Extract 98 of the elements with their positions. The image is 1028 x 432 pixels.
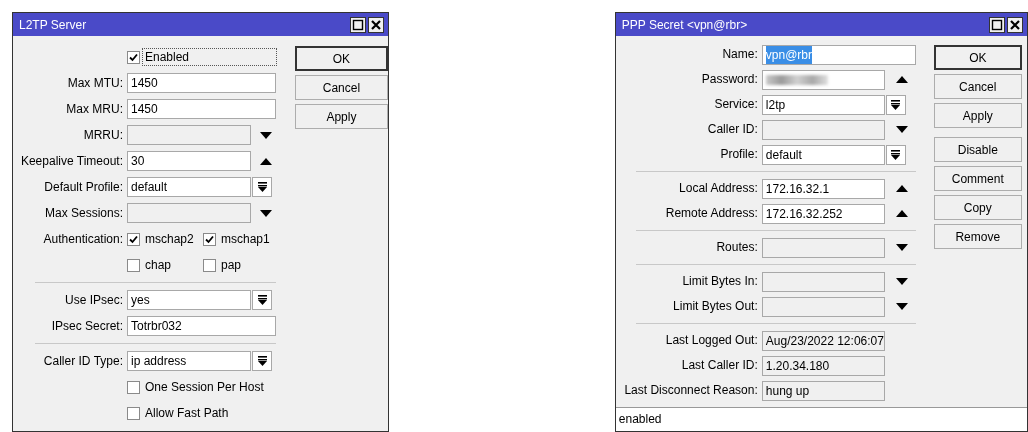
dropdown-button[interactable] [885,94,906,115]
input-field[interactable]: Totrbr032 [127,316,276,336]
readonly-field: 1.20.34.180 [761,355,885,376]
dialog-button[interactable]: Cancel [933,74,1022,99]
dialog-button[interactable]: Disable [933,137,1022,162]
dropdown-button[interactable] [252,351,272,371]
field-label: Caller ID: [706,121,758,138]
dropdown-arrow-icon [257,356,267,366]
checkbox[interactable] [203,258,216,272]
input-field[interactable]: yes [127,290,251,310]
up-arrow-icon[interactable] [896,76,909,83]
field-label: Local Address: [678,180,758,197]
dialog-button[interactable]: Copy [933,195,1022,220]
input-field[interactable]: default [127,177,251,197]
down-arrow-icon[interactable] [896,278,909,285]
field-label: Last Caller ID: [680,357,758,374]
dropdown-arrow-icon [891,99,901,110]
input-field[interactable] [761,271,885,292]
maximize-icon[interactable] [989,16,1005,33]
field-label: Password: [700,71,758,88]
input-field[interactable]: 172.16.32.252 [761,203,885,224]
dropdown-button[interactable] [885,144,906,165]
window-title: PPP Secret <vpn@rbr> [621,17,749,32]
checkbox-label[interactable]: Enabled [143,49,276,65]
checkbox-label[interactable]: One Session Per Host [143,379,266,395]
field-label: Max MTU: [66,75,123,92]
checkmark-icon [128,51,139,63]
input-field[interactable]: 30 [127,151,251,171]
dropdown-arrow-icon [257,182,267,192]
maximize-icon[interactable] [349,16,366,33]
field-label: Limit Bytes In: [681,273,758,290]
dialog-button[interactable]: Apply [295,104,388,129]
input-field[interactable] [761,119,885,140]
readonly-field: hung up [761,380,885,401]
dropdown-button[interactable] [252,290,272,310]
field-label: Caller ID Type: [42,353,123,370]
input-field[interactable]: 1450 [127,73,276,93]
field-label: Profile: [719,146,758,163]
down-arrow-icon[interactable] [896,244,909,251]
checkmark-icon [128,233,139,245]
input-field[interactable]: 172.16.32.1 [761,178,885,199]
dialog-button[interactable]: Cancel [295,75,388,100]
down-arrow-icon[interactable] [259,209,272,217]
dialog-button[interactable]: Remove [933,224,1022,249]
dialog-button[interactable]: Apply [933,103,1022,128]
checkbox[interactable] [127,50,140,64]
status-bar: enabled [615,407,1027,431]
up-arrow-icon[interactable] [896,185,909,192]
checkbox-label[interactable]: Allow Fast Path [143,405,231,421]
field-label: Last Disconnect Reason: [623,382,758,399]
dialog-button[interactable]: Comment [933,166,1022,191]
input-field[interactable]: l2tp [761,94,885,115]
dropdown-arrow-icon [257,295,267,305]
checkbox-label[interactable]: pap [219,257,244,273]
input-field[interactable] [127,203,251,223]
input-field[interactable] [761,237,885,258]
checkbox[interactable] [127,232,140,246]
input-field[interactable]: ip address [127,351,251,371]
checkbox-label[interactable]: chap [143,257,174,273]
checkbox[interactable] [127,406,140,420]
checkbox[interactable] [203,232,216,246]
input-field[interactable] [761,296,885,317]
dialog-button[interactable]: OK [933,45,1022,70]
dropdown-arrow-icon [891,149,901,160]
close-icon[interactable] [1007,16,1023,33]
field-label: Name: [721,46,758,63]
field-label: Max MRU: [65,101,123,118]
input-field[interactable] [761,69,885,90]
field-label: Authentication: [42,231,123,248]
field-label: Last Logged Out: [664,332,758,349]
readonly-field: Aug/23/2022 12:06:07 [761,330,885,351]
field-label: Service: [713,96,758,113]
close-icon[interactable] [367,16,384,33]
field-label: Default Profile: [43,179,123,196]
checkbox-label[interactable]: mschap2 [143,231,196,247]
field-label: IPsec Secret: [50,318,123,335]
up-arrow-icon[interactable] [259,157,272,165]
field-label: Keepalive Timeout: [19,153,123,170]
field-label: Routes: [715,239,758,256]
checkbox[interactable] [127,380,140,394]
checkbox[interactable] [127,258,140,272]
up-arrow-icon[interactable] [896,210,909,217]
field-label: Limit Bytes Out: [672,298,758,315]
down-arrow-icon[interactable] [896,303,909,310]
down-arrow-icon[interactable] [259,131,272,139]
input-field[interactable] [127,125,251,145]
field-label: Max Sessions: [43,205,123,222]
window-title: L2TP Server [19,17,88,32]
field-label: Use IPsec: [63,292,123,309]
input-field[interactable]: 1450 [127,99,276,119]
field-label: Remote Address: [664,205,758,222]
input-field[interactable]: default [761,144,885,165]
dialog-button[interactable]: OK [295,46,388,71]
checkbox-label[interactable]: mschap1 [219,231,272,247]
dropdown-button[interactable] [252,177,272,197]
field-label: MRRU: [82,127,123,144]
checkmark-icon [204,233,215,245]
down-arrow-icon[interactable] [896,126,909,133]
